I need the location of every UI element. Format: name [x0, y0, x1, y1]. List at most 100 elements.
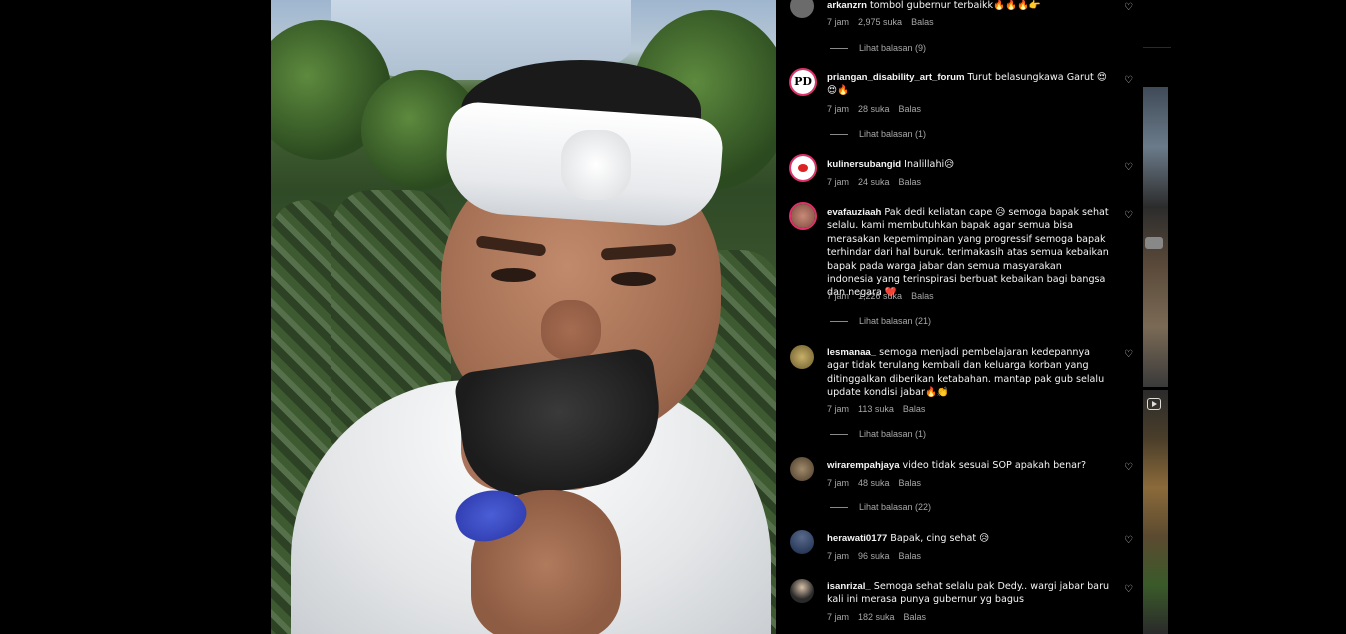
- comment-text: evafauziaah Pak dedi keliatan cape 😥 semo…: [827, 206, 1111, 300]
- replies-dash: [830, 321, 848, 323]
- comment-username[interactable]: evafauziaah: [827, 207, 881, 218]
- comment-text: priangan_disability_art_forum Turut belas…: [827, 71, 1111, 98]
- comment-username[interactable]: isanrizal_: [827, 581, 871, 592]
- heart-outline-icon[interactable]: ♡: [1124, 3, 1134, 13]
- comment-username[interactable]: arkanzrn: [827, 0, 867, 11]
- comments-panel[interactable]: arkanzrn tombol gubernur terbaikk🔥🔥🔥👉 ♡ 7…: [777, 0, 1143, 634]
- video-eye: [611, 272, 656, 286]
- comment-text: isanrizal_ Semoga sehat selalu pak Dedy..…: [827, 580, 1111, 607]
- video-headband-knot: [561, 130, 631, 200]
- comment-time: 7 jam: [827, 612, 850, 622]
- view-replies-button[interactable]: Lihat balasan (1): [830, 429, 926, 439]
- replies-dash: [830, 507, 848, 509]
- view-replies-label: Lihat balasan (9): [859, 43, 927, 53]
- comment-text: herawati0177 Bapak, cing sehat 😥: [827, 532, 1111, 545]
- avatar-photo: [790, 457, 814, 481]
- view-replies-button[interactable]: Lihat balasan (9): [830, 43, 926, 53]
- avatar[interactable]: [790, 457, 814, 481]
- reply-button[interactable]: Balas: [899, 478, 922, 488]
- comment-likes[interactable]: 28 suka: [858, 104, 890, 114]
- comment-username[interactable]: priangan_disability_art_forum: [827, 72, 965, 83]
- thumbnail-chip: [1145, 237, 1163, 249]
- background-thumbnail[interactable]: [1143, 390, 1168, 634]
- comment-text: lesmanaa_ semoga menjadi pembelajaran ked…: [827, 346, 1111, 400]
- comment-meta: 7 jam 48 suka Balas: [827, 478, 930, 488]
- comment-username[interactable]: wirarempahjaya: [827, 460, 900, 471]
- reel-icon: [1147, 398, 1161, 410]
- video-nose: [541, 300, 601, 360]
- view-replies-label: Lihat balasan (1): [859, 429, 927, 439]
- reply-button[interactable]: Balas: [911, 291, 934, 301]
- heart-outline-icon[interactable]: ♡: [1124, 163, 1134, 173]
- heart-outline-icon[interactable]: ♡: [1124, 463, 1134, 473]
- avatar[interactable]: [790, 579, 814, 603]
- comment-likes[interactable]: 24 suka: [858, 177, 890, 187]
- comment-time: 7 jam: [827, 551, 850, 561]
- reply-button[interactable]: Balas: [899, 551, 922, 561]
- comment-likes[interactable]: 1,226 suka: [858, 291, 902, 301]
- avatar[interactable]: [789, 202, 817, 230]
- view-replies-button[interactable]: Lihat balasan (22): [830, 502, 931, 512]
- comment-likes[interactable]: 182 suka: [858, 612, 895, 622]
- avatar-photo: [791, 204, 815, 228]
- replies-dash: [830, 134, 848, 136]
- comment-meta: 7 jam 113 suka Balas: [827, 404, 934, 414]
- comment-time: 7 jam: [827, 104, 850, 114]
- comment-meta: 7 jam 1,226 suka Balas: [827, 291, 943, 301]
- background-thumbnail[interactable]: [1143, 87, 1168, 387]
- reply-button[interactable]: Balas: [904, 612, 927, 622]
- replies-dash: [830, 434, 848, 436]
- comment-time: 7 jam: [827, 17, 850, 27]
- view-replies-button[interactable]: Lihat balasan (1): [830, 129, 926, 139]
- comment-time: 7 jam: [827, 404, 850, 414]
- avatar-photo: [790, 579, 814, 603]
- view-replies-label: Lihat balasan (1): [859, 129, 927, 139]
- reply-button[interactable]: Balas: [899, 177, 922, 187]
- heart-outline-icon[interactable]: ♡: [1124, 585, 1134, 595]
- reply-button[interactable]: Balas: [911, 17, 934, 27]
- heart-outline-icon[interactable]: ♡: [1124, 76, 1134, 86]
- replies-dash: [830, 48, 848, 50]
- avatar-logo: [791, 156, 815, 180]
- heart-outline-icon[interactable]: ♡: [1124, 211, 1134, 221]
- divider: [1143, 47, 1171, 48]
- comment-meta: 7 jam 2,975 suka Balas: [827, 17, 943, 27]
- heart-outline-icon[interactable]: ♡: [1124, 350, 1134, 360]
- view-replies-label: Lihat balasan (21): [859, 316, 932, 326]
- comment-likes[interactable]: 113 suka: [858, 404, 894, 414]
- background-strip: [1143, 0, 1346, 634]
- avatar-logo: PD: [791, 70, 815, 94]
- video-player[interactable]: [271, 0, 776, 634]
- avatar[interactable]: [790, 0, 814, 18]
- comment-text: wirarempahjaya video tidak sesuai SOP apa…: [827, 459, 1111, 472]
- comment-username[interactable]: herawati0177: [827, 533, 887, 544]
- reply-button[interactable]: Balas: [899, 104, 922, 114]
- avatar[interactable]: PD: [789, 68, 817, 96]
- reply-button[interactable]: Balas: [903, 404, 926, 414]
- comment-meta: 7 jam 24 suka Balas: [827, 177, 930, 187]
- avatar[interactable]: [790, 530, 814, 554]
- comment-likes[interactable]: 48 suka: [858, 478, 890, 488]
- heart-outline-icon[interactable]: ♡: [1124, 536, 1134, 546]
- comment-username[interactable]: kulinersubangid: [827, 159, 901, 170]
- comment-body: Pak dedi keliatan cape 😥 semoga bapak se…: [827, 207, 1109, 299]
- avatar[interactable]: [790, 345, 814, 369]
- comment-text: kulinersubangid Inalillahi😥: [827, 158, 1111, 171]
- comment-meta: 7 jam 28 suka Balas: [827, 104, 930, 114]
- comment-time: 7 jam: [827, 291, 850, 301]
- comment-body: Bapak, cing sehat 😥: [890, 533, 990, 544]
- avatar[interactable]: [789, 154, 817, 182]
- comment-likes[interactable]: 2,975 suka: [858, 17, 902, 27]
- comment-time: 7 jam: [827, 478, 850, 488]
- comment-meta: 7 jam 96 suka Balas: [827, 551, 930, 561]
- avatar-photo: [790, 530, 814, 554]
- comment-body: tombol gubernur terbaikk🔥🔥🔥👉: [870, 0, 1041, 11]
- comment-text: arkanzrn tombol gubernur terbaikk🔥🔥🔥👉: [827, 0, 1111, 12]
- view-replies-label: Lihat balasan (22): [859, 502, 932, 512]
- comment-likes[interactable]: 96 suka: [858, 551, 890, 561]
- comment-body: Inalillahi😥: [904, 159, 955, 170]
- comment-meta: 7 jam 182 suka Balas: [827, 612, 935, 622]
- comment-username[interactable]: lesmanaa_: [827, 347, 876, 358]
- view-replies-button[interactable]: Lihat balasan (21): [830, 316, 931, 326]
- video-eye: [491, 268, 536, 282]
